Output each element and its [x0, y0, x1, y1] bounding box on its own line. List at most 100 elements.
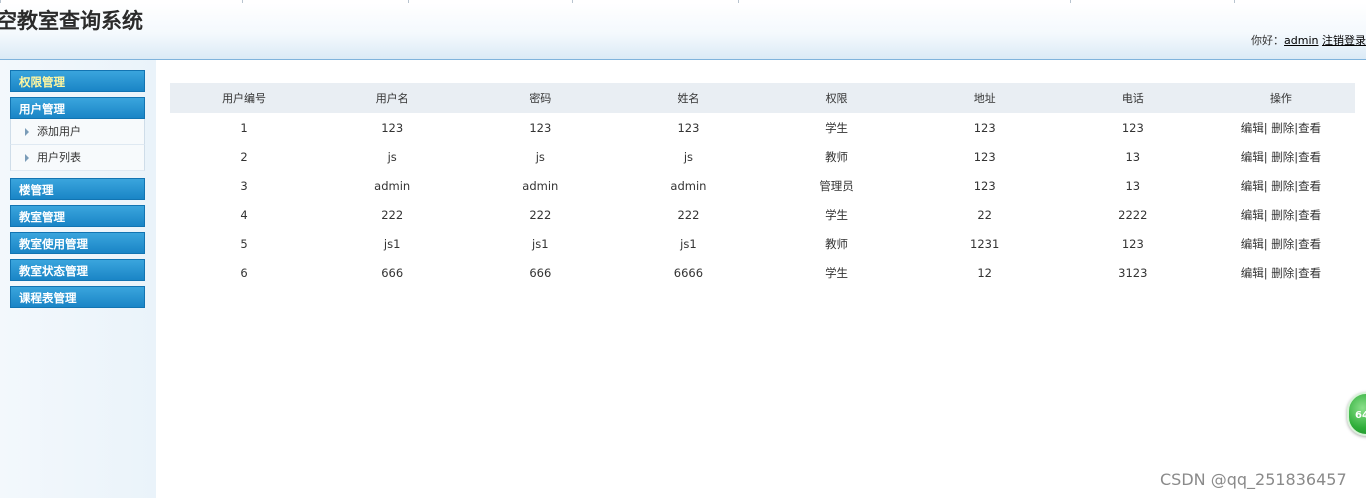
- cell-name: admin: [670, 178, 707, 193]
- cell-actions: 编辑| 删除|查看: [1207, 142, 1355, 171]
- delete-link[interactable]: 删除: [1271, 266, 1294, 280]
- view-link[interactable]: 查看: [1298, 237, 1321, 251]
- cell-user-id: 4: [240, 207, 248, 222]
- menu-item-add-user[interactable]: 添加用户: [10, 119, 145, 145]
- cell-username: js1: [383, 236, 401, 251]
- menu-head-building[interactable]: 楼管理: [10, 178, 145, 200]
- col-header-password: 密码: [466, 83, 615, 113]
- user-bar: 你好：admin 注销登录: [1251, 32, 1366, 48]
- cell-phone: 2222: [1118, 207, 1148, 222]
- cell-name: 222: [677, 207, 700, 222]
- menu-head-classroom[interactable]: 教室管理: [10, 205, 145, 227]
- col-header-user-id: 用户编号: [170, 83, 319, 113]
- delete-link[interactable]: 删除: [1271, 150, 1294, 164]
- cell-actions: 编辑| 删除|查看: [1207, 258, 1355, 287]
- menu-head-timetable[interactable]: 课程表管理: [10, 286, 145, 308]
- col-header-address: 地址: [910, 83, 1059, 113]
- edit-link[interactable]: 编辑: [1241, 121, 1264, 135]
- cell-address: 123: [973, 120, 996, 135]
- cell-username: admin: [374, 178, 411, 193]
- cell-user-id: 3: [240, 178, 248, 193]
- menu-group-user: 用户管理 添加用户 用户列表: [10, 97, 145, 171]
- cell-username: 222: [381, 207, 404, 222]
- main-content: 用户编号 用户名 密码 姓名 权限 地址 电话 操作 1 123 123 123 学生 1…: [170, 83, 1355, 287]
- menu-group-timetable: 课程表管理: [10, 286, 145, 308]
- cell-actions: 编辑| 删除|查看: [1207, 113, 1355, 142]
- view-link[interactable]: 查看: [1298, 121, 1321, 135]
- menu-head-user[interactable]: 用户管理: [10, 97, 145, 119]
- cell-permission: 学生: [825, 120, 849, 135]
- delete-link[interactable]: 删除: [1271, 208, 1294, 222]
- delete-link[interactable]: 删除: [1271, 179, 1294, 193]
- cell-user-id: 2: [240, 149, 248, 164]
- cell-phone: 13: [1125, 149, 1141, 164]
- menu-group-building: 楼管理: [10, 178, 145, 200]
- menu-head-permission[interactable]: 权限管理: [10, 70, 145, 92]
- caret-right-icon: [25, 128, 29, 136]
- cell-phone: 123: [1121, 120, 1144, 135]
- view-link[interactable]: 查看: [1298, 266, 1321, 280]
- logout-link[interactable]: 注销登录: [1322, 34, 1366, 47]
- delete-link[interactable]: 删除: [1271, 121, 1294, 135]
- table-row: 3 admin admin admin 管理员 123 13 编辑| 删除|查看: [170, 171, 1355, 200]
- cell-username: 123: [381, 120, 404, 135]
- edit-link[interactable]: 编辑: [1241, 237, 1264, 251]
- floating-badge[interactable]: 64: [1347, 392, 1366, 436]
- cell-user-id: 6: [240, 265, 248, 280]
- cell-address: 123: [973, 178, 996, 193]
- edit-link[interactable]: 编辑: [1241, 208, 1264, 222]
- cell-name: 6666: [673, 265, 704, 280]
- menu-head-classroom-status[interactable]: 教室状态管理: [10, 259, 145, 281]
- cell-actions: 编辑| 删除|查看: [1207, 229, 1355, 258]
- username-link[interactable]: admin: [1284, 34, 1318, 47]
- cell-permission: 学生: [825, 207, 849, 222]
- cell-password: 666: [529, 265, 552, 280]
- cell-password: 222: [529, 207, 552, 222]
- page-header: 空教室查询系统 你好：admin 注销登录: [0, 3, 1366, 60]
- view-link[interactable]: 查看: [1298, 150, 1321, 164]
- cell-name: 123: [677, 120, 700, 135]
- cell-username: 666: [381, 265, 404, 280]
- cell-password: js1: [532, 236, 549, 251]
- col-header-username: 用户名: [318, 83, 467, 113]
- cell-password: admin: [522, 178, 559, 193]
- menu-group-classroom: 教室管理: [10, 205, 145, 227]
- cell-phone: 123: [1121, 236, 1144, 251]
- cell-address: 12: [977, 265, 992, 280]
- table-row: 5 js1 js1 js1 教师 1231 123 编辑| 删除|查看: [170, 229, 1355, 258]
- cell-username: js: [387, 149, 397, 164]
- view-link[interactable]: 查看: [1298, 208, 1321, 222]
- caret-right-icon: [25, 154, 29, 162]
- menu-head-classroom-usage[interactable]: 教室使用管理: [10, 232, 145, 254]
- menu-group-classroom-usage: 教室使用管理: [10, 232, 145, 254]
- cell-password: js: [535, 149, 545, 164]
- table-row: 6 666 666 6666 学生 12 3123 编辑| 删除|查看: [170, 258, 1355, 287]
- system-title: 空教室查询系统: [0, 9, 143, 33]
- table-header-row: 用户编号 用户名 密码 姓名 权限 地址 电话 操作: [170, 83, 1355, 113]
- menu-group-permission: 权限管理: [10, 70, 145, 92]
- edit-link[interactable]: 编辑: [1241, 150, 1264, 164]
- table-row: 4 222 222 222 学生 22 2222 编辑| 删除|查看: [170, 200, 1355, 229]
- edit-link[interactable]: 编辑: [1241, 179, 1264, 193]
- delete-link[interactable]: 删除: [1271, 237, 1294, 251]
- table-row: 2 js js js 教师 123 13 编辑| 删除|查看: [170, 142, 1355, 171]
- col-header-permission: 权限: [762, 83, 911, 113]
- user-table: 用户编号 用户名 密码 姓名 权限 地址 电话 操作 1 123 123 123 学生 1…: [170, 83, 1355, 287]
- col-header-actions: 操作: [1206, 83, 1355, 113]
- greeting-text: 你好：: [1251, 34, 1285, 47]
- view-link[interactable]: 查看: [1298, 179, 1321, 193]
- col-header-name: 姓名: [614, 83, 763, 113]
- cell-permission: 学生: [825, 265, 849, 280]
- col-header-phone: 电话: [1058, 83, 1207, 113]
- cell-actions: 编辑| 删除|查看: [1207, 200, 1355, 229]
- cell-permission: 管理员: [819, 178, 854, 193]
- table-row: 1 123 123 123 学生 123 123 编辑| 删除|查看: [170, 113, 1355, 142]
- cell-password: 123: [529, 120, 552, 135]
- menu-item-user-list[interactable]: 用户列表: [10, 145, 145, 171]
- menu-group-classroom-status: 教室状态管理: [10, 259, 145, 281]
- cell-actions: 编辑| 删除|查看: [1207, 171, 1355, 200]
- cell-phone: 13: [1125, 178, 1141, 193]
- cell-user-id: 1: [240, 120, 248, 135]
- edit-link[interactable]: 编辑: [1241, 266, 1264, 280]
- cell-name: js: [683, 149, 694, 164]
